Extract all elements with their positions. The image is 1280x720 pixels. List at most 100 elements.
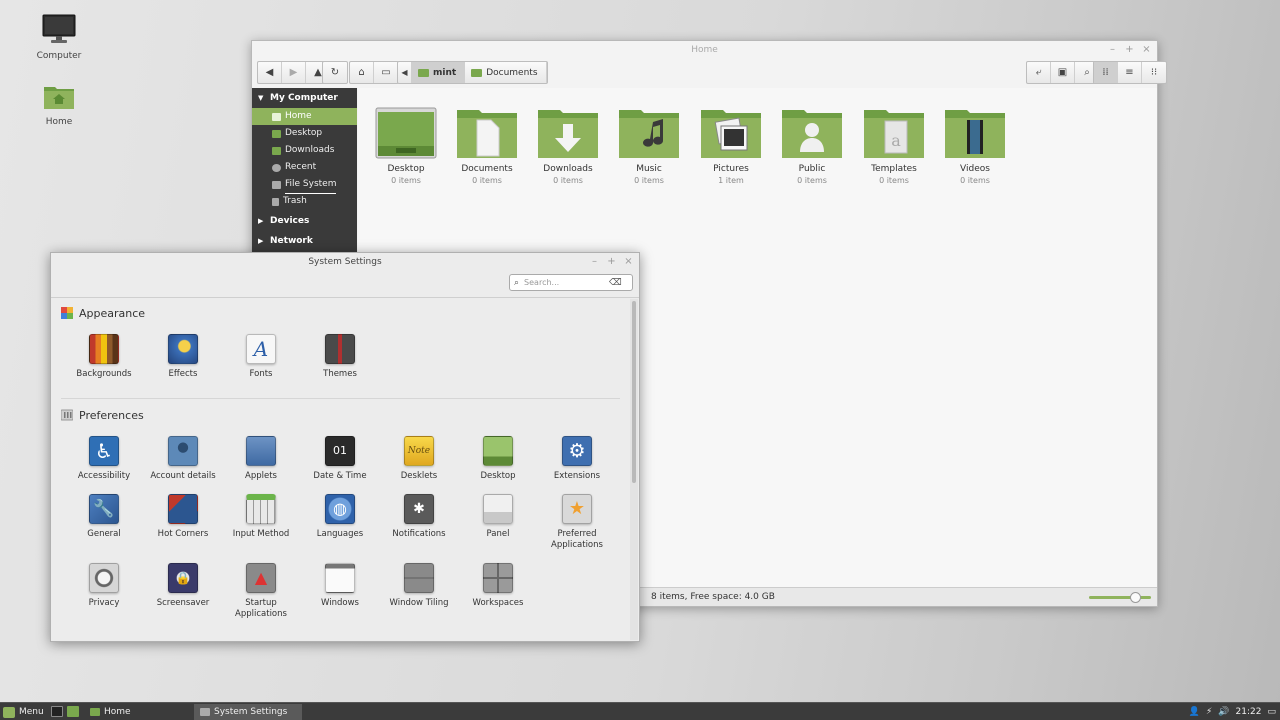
- icon-view-button[interactable]: ⁞⁞: [1094, 62, 1118, 83]
- templates-folder-icon: a: [864, 110, 924, 158]
- sidebar-section-my-computer[interactable]: ▼ My Computer: [252, 88, 357, 108]
- applet-label: Panel: [486, 529, 510, 539]
- applet-startup-applications[interactable]: ▲ Startup Applications: [222, 563, 300, 620]
- applet-desklets[interactable]: Note Desklets: [380, 436, 458, 482]
- desktop-icon-computer[interactable]: Computer: [27, 14, 91, 61]
- sidebar-item-home[interactable]: Home: [252, 108, 357, 125]
- breadcrumb-back-button[interactable]: ◀: [398, 62, 412, 83]
- applet-accessibility[interactable]: ♿ Accessibility: [65, 436, 143, 482]
- minimize-button[interactable]: –: [590, 253, 599, 271]
- clear-icon[interactable]: ⌫: [609, 278, 622, 288]
- minimize-button[interactable]: –: [1108, 41, 1117, 59]
- close-button[interactable]: ×: [624, 253, 633, 271]
- search-input[interactable]: [524, 278, 605, 287]
- terminal-button[interactable]: ▣: [1051, 62, 1075, 83]
- maximize-button[interactable]: +: [607, 253, 616, 271]
- applet-input-method[interactable]: Input Method: [222, 494, 300, 540]
- folder-pictures[interactable]: Pictures 1 item: [691, 106, 771, 185]
- applet-languages[interactable]: ◍ Languages: [301, 494, 379, 540]
- back-button[interactable]: ◀: [258, 62, 282, 83]
- list-view-button[interactable]: ≡: [1118, 62, 1142, 83]
- close-button[interactable]: ×: [1142, 41, 1151, 59]
- applet-hot-corners[interactable]: Hot Corners: [144, 494, 222, 540]
- applet-themes[interactable]: Themes: [301, 334, 379, 380]
- system-settings-titlebar[interactable]: System Settings – + ×: [51, 253, 639, 271]
- sidebar-item-desktop[interactable]: Desktop: [252, 125, 357, 142]
- applet-screensaver[interactable]: 🔒 Screensaver: [144, 563, 222, 609]
- applet-windows[interactable]: Windows: [301, 563, 379, 609]
- applet-extensions[interactable]: ⚙ Extensions: [538, 436, 616, 482]
- scrollbar[interactable]: [630, 299, 638, 640]
- volume-icon[interactable]: 🔊: [1218, 707, 1229, 717]
- applet-general[interactable]: 🔧 General: [65, 494, 143, 540]
- applet-effects[interactable]: Effects: [144, 334, 222, 380]
- forward-button[interactable]: ▶: [282, 62, 306, 83]
- applet-workspaces[interactable]: Workspaces: [459, 563, 537, 609]
- folder-music[interactable]: Music 0 items: [609, 106, 689, 185]
- compact-view-button[interactable]: ⁝⁝: [1142, 62, 1166, 83]
- home-button[interactable]: ⌂: [350, 62, 374, 83]
- folder-desktop[interactable]: Desktop 0 items: [366, 106, 446, 185]
- applet-account-details[interactable]: Account details: [144, 436, 222, 482]
- applet-desktop[interactable]: Desktop: [459, 436, 537, 482]
- task-home[interactable]: Home: [84, 704, 192, 720]
- applet-preferred-applications[interactable]: ★ Preferred Applications: [538, 494, 616, 551]
- folder-templates[interactable]: a Templates 0 items: [854, 106, 934, 185]
- applet-panel[interactable]: Panel: [459, 494, 537, 540]
- sidebar-item-trash[interactable]: Trash: [252, 193, 357, 210]
- zoom-slider-track[interactable]: [1089, 596, 1151, 599]
- applet-fonts[interactable]: A Fonts: [222, 334, 300, 380]
- sidebar-item-file-system[interactable]: File System: [252, 176, 357, 194]
- applet-notifications[interactable]: ✱ Notifications: [380, 494, 458, 540]
- zoom-slider-handle[interactable]: [1130, 592, 1141, 603]
- fonts-icon: A: [246, 334, 276, 364]
- network-icon[interactable]: ⚡: [1206, 707, 1212, 717]
- scrollbar-thumb[interactable]: [632, 301, 636, 483]
- sidebar-item-downloads[interactable]: Downloads: [252, 142, 357, 159]
- applet-date-time[interactable]: 01 Date & Time: [301, 436, 379, 482]
- taskbar: Menu Home System Settings 👤 ⚡ 🔊 21:22 ▭: [0, 702, 1280, 720]
- applet-backgrounds[interactable]: Backgrounds: [65, 334, 143, 380]
- show-desktop-icon[interactable]: ▭: [1267, 707, 1276, 717]
- applet-window-tiling[interactable]: Window Tiling: [380, 563, 458, 609]
- list-icon: ≡: [1125, 67, 1134, 78]
- sidebar-item-label: Desktop: [285, 128, 323, 138]
- computer-button[interactable]: ▭: [374, 62, 398, 83]
- search-icon: ⌕: [514, 277, 520, 288]
- files-launcher-icon[interactable]: [67, 706, 79, 717]
- home-folder-icon: [44, 87, 74, 109]
- folder-documents[interactable]: Documents 0 items: [447, 106, 527, 185]
- reload-button[interactable]: ↻: [323, 62, 347, 83]
- sidebar-item-recent[interactable]: Recent: [252, 159, 357, 176]
- system-tray: 👤 ⚡ 🔊 21:22 ▭: [1189, 705, 1276, 719]
- desktop-icon-home[interactable]: Home: [27, 84, 91, 127]
- folder-count: 0 items: [797, 176, 827, 185]
- folder-videos[interactable]: Videos 0 items: [935, 106, 1015, 185]
- section-separator: [61, 398, 620, 399]
- task-system-settings[interactable]: System Settings: [194, 704, 302, 720]
- sidebar-section-devices[interactable]: ▶ Devices: [252, 211, 357, 231]
- clock[interactable]: 21:22: [1236, 707, 1262, 717]
- toggle-location-button[interactable]: ⤶: [1027, 62, 1051, 83]
- folder-downloads[interactable]: Downloads 0 items: [528, 106, 608, 185]
- desktop-icon: [483, 436, 513, 466]
- applet-label: Backgrounds: [76, 369, 132, 379]
- hot-corners-icon: [168, 494, 198, 524]
- sidebar-section-network[interactable]: ▶ Network: [252, 231, 357, 251]
- window-title: Home: [691, 45, 718, 55]
- videos-folder-icon: [945, 110, 1005, 158]
- search-box: ⌕ ⌫: [509, 274, 633, 291]
- trash-icon: [272, 197, 279, 206]
- applet-label: Desktop: [480, 471, 516, 481]
- breadcrumb-documents[interactable]: Documents: [465, 62, 547, 83]
- terminal-launcher-icon[interactable]: [51, 706, 63, 717]
- maximize-button[interactable]: +: [1125, 41, 1134, 59]
- folder-public[interactable]: Public 0 items: [772, 106, 852, 185]
- applet-applets[interactable]: Applets: [222, 436, 300, 482]
- breadcrumb-mint[interactable]: mint: [412, 62, 466, 83]
- menu-button[interactable]: Menu: [3, 705, 44, 719]
- applet-privacy[interactable]: Privacy: [65, 563, 143, 609]
- user-icon[interactable]: 👤: [1189, 707, 1200, 717]
- file-manager-titlebar[interactable]: Home – + ×: [252, 41, 1157, 59]
- sidebar-section-label: Network: [270, 236, 313, 246]
